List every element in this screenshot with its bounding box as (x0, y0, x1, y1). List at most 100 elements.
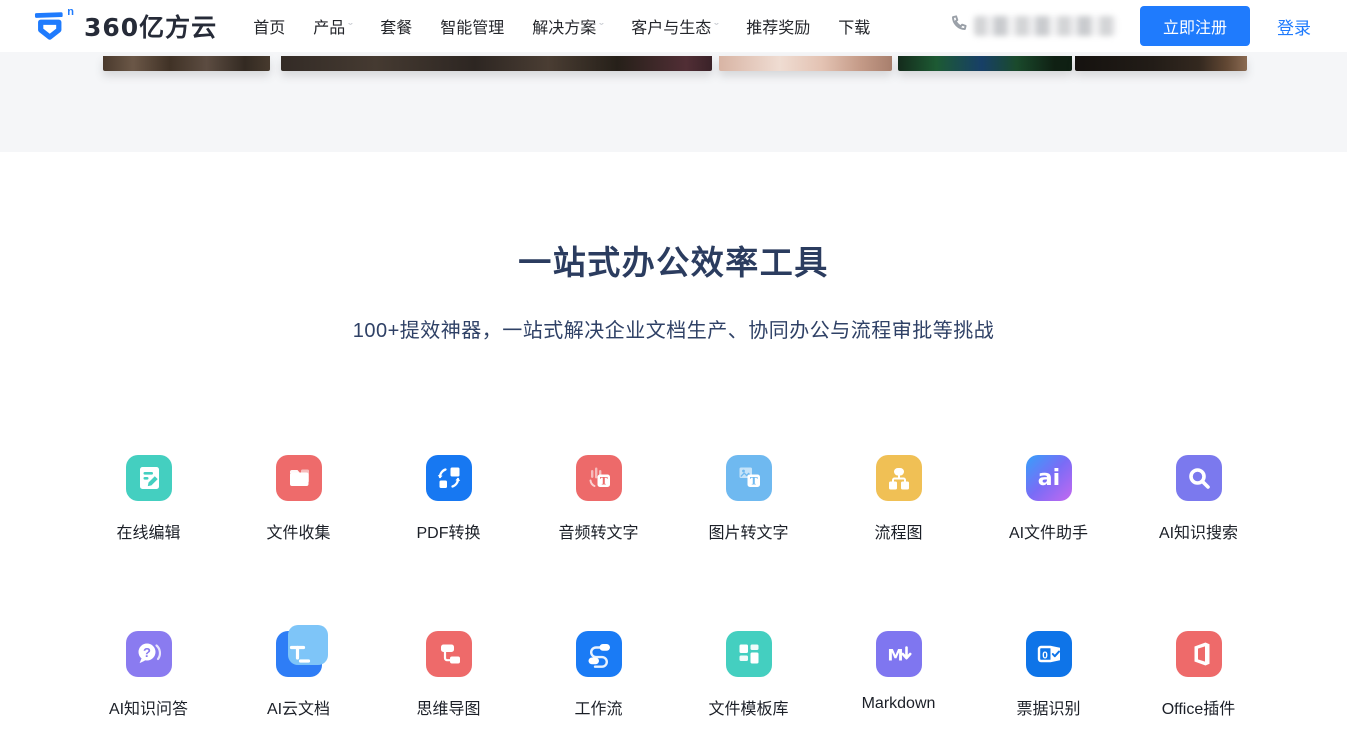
tool-item[interactable]: ai AI文件助手 (974, 455, 1124, 543)
tool-item[interactable]: ? AI知识问答 (74, 631, 224, 719)
tool-icon-tile[interactable] (1176, 455, 1222, 501)
chevron-down-icon: ˇ (600, 22, 605, 32)
tool-icon-tile[interactable] (126, 455, 172, 501)
brand-logo[interactable]: n 360亿方云 (34, 7, 217, 45)
tool-icon-tile[interactable]: M (876, 631, 922, 677)
nav-item-label: 客户与生态 (631, 14, 711, 38)
tool-item[interactable]: PDF转换 (374, 455, 524, 543)
section-title: 一站式办公效率工具 (0, 236, 1347, 284)
nav-item-label: 套餐 (380, 14, 412, 38)
cloud-doc-icon (276, 631, 322, 677)
tool-icon-tile[interactable] (576, 631, 622, 677)
tool-icon-tile[interactable] (276, 631, 322, 677)
svg-text:M: M (887, 646, 903, 665)
tool-item[interactable]: 文件收集 (224, 455, 374, 543)
svg-text:ai: ai (1037, 466, 1059, 491)
ai-qa-icon: ? (126, 631, 172, 677)
template-library-icon (726, 631, 772, 677)
tool-label: 工作流 (574, 695, 622, 719)
tool-label: 思维导图 (416, 695, 480, 719)
brand-logo-icon: n (34, 7, 76, 45)
nav-item-label: 解决方案 (532, 14, 596, 38)
tool-icon-tile[interactable]: ai (1026, 455, 1072, 501)
login-link[interactable]: 登录 (1277, 14, 1311, 39)
tools-grid: 在线编辑 文件收集 PDF转换 T 音频转文字 T 图片转文字 流程图 ai A… (74, 455, 1274, 719)
nav-item[interactable]: 推荐奖励 (746, 14, 810, 38)
tool-label: 在线编辑 (116, 519, 180, 543)
tool-icon-tile[interactable]: ? (126, 631, 172, 677)
tool-item[interactable]: 思维导图 (374, 631, 524, 719)
tool-icon-tile[interactable] (276, 455, 322, 501)
carousel-strip (0, 52, 1347, 152)
phone-number-redacted (974, 16, 1116, 36)
tool-item[interactable]: 流程图 (824, 455, 974, 543)
tool-label: PDF转换 (416, 519, 480, 543)
markdown-icon: M (876, 631, 922, 677)
mindmap-icon (426, 631, 472, 677)
tool-item[interactable]: T 音频转文字 (524, 455, 674, 543)
ai-search-icon (1176, 455, 1222, 501)
svg-text:T: T (749, 476, 757, 488)
pdf-convert-icon (426, 455, 472, 501)
nav-item[interactable]: 首页 (253, 14, 285, 38)
chevron-down-icon: ˇ (715, 22, 720, 32)
nav-item-label: 首页 (253, 14, 285, 38)
tool-icon-tile[interactable] (426, 631, 472, 677)
file-collect-icon (276, 455, 322, 501)
tool-icon-tile[interactable] (876, 455, 922, 501)
tool-icon-tile[interactable]: 0 (1026, 631, 1072, 677)
image-to-text-icon: T (726, 455, 772, 501)
tool-icon-tile[interactable] (1176, 631, 1222, 677)
tool-label: Office插件 (1162, 695, 1236, 719)
tool-item[interactable]: AI知识搜索 (1124, 455, 1274, 543)
carousel-image-bottom[interactable] (1075, 56, 1247, 71)
tool-item[interactable]: T 图片转文字 (674, 455, 824, 543)
nav-item-label: 智能管理 (440, 14, 504, 38)
nav-item[interactable]: 下载 (838, 14, 870, 38)
ai-file-assistant-icon: ai (1026, 455, 1072, 501)
tool-item[interactable]: AI云文档 (224, 631, 374, 719)
top-navbar: n 360亿方云 首页 产品 ˇ 套餐 智能管理 解决方案 ˇ 客户与生态 ˇ … (0, 0, 1347, 52)
carousel-image-bottom[interactable] (103, 56, 270, 71)
nav-item[interactable]: 智能管理 (440, 14, 504, 38)
tool-label: 流程图 (874, 519, 922, 543)
contact-phone (949, 14, 1116, 38)
svg-text:T: T (599, 476, 607, 488)
brand-name: 360亿方云 (84, 8, 217, 44)
tool-label: AI知识问答 (109, 695, 188, 719)
tool-label: 音频转文字 (558, 519, 638, 543)
tool-item[interactable]: M Markdown (824, 631, 974, 719)
chevron-down-icon: ˇ (348, 22, 353, 32)
nav-item[interactable]: 产品 ˇ (313, 14, 352, 38)
nav-item[interactable]: 客户与生态 ˇ (631, 14, 718, 38)
tool-item[interactable]: 在线编辑 (74, 455, 224, 543)
tool-label: AI文件助手 (1009, 519, 1088, 543)
tool-label: 文件收集 (266, 519, 330, 543)
svg-text:?: ? (143, 645, 151, 660)
header-actions: 立即注册 登录 (949, 6, 1311, 46)
carousel-image-bottom[interactable] (281, 56, 712, 71)
office-plugin-icon (1176, 631, 1222, 677)
nav-item[interactable]: 解决方案 ˇ (532, 14, 603, 38)
tool-icon-tile[interactable] (426, 455, 472, 501)
flowchart-icon (876, 455, 922, 501)
tool-item[interactable]: Office插件 (1124, 631, 1274, 719)
tool-label: 票据识别 (1016, 695, 1080, 719)
carousel-image-bottom[interactable] (719, 56, 892, 71)
nav-item-label: 下载 (838, 14, 870, 38)
tool-label: AI云文档 (267, 695, 330, 719)
tool-icon-tile[interactable]: T (576, 455, 622, 501)
nav-item-label: 产品 (313, 14, 345, 38)
brand-superscript: n (67, 6, 74, 18)
register-button[interactable]: 立即注册 (1140, 6, 1250, 46)
tool-icon-tile[interactable] (726, 631, 772, 677)
tool-icon-tile[interactable]: T (726, 455, 772, 501)
tools-section: 一站式办公效率工具 100+提效神器，一站式解决企业文档生产、协同办公与流程审批… (0, 152, 1347, 719)
svg-text:0: 0 (1042, 650, 1048, 661)
carousel-image-bottom[interactable] (898, 56, 1072, 71)
tool-item[interactable]: 0 票据识别 (974, 631, 1124, 719)
tool-item[interactable]: 文件模板库 (674, 631, 824, 719)
nav-item[interactable]: 套餐 (380, 14, 412, 38)
tool-item[interactable]: 工作流 (524, 631, 674, 719)
audio-to-text-icon: T (576, 455, 622, 501)
